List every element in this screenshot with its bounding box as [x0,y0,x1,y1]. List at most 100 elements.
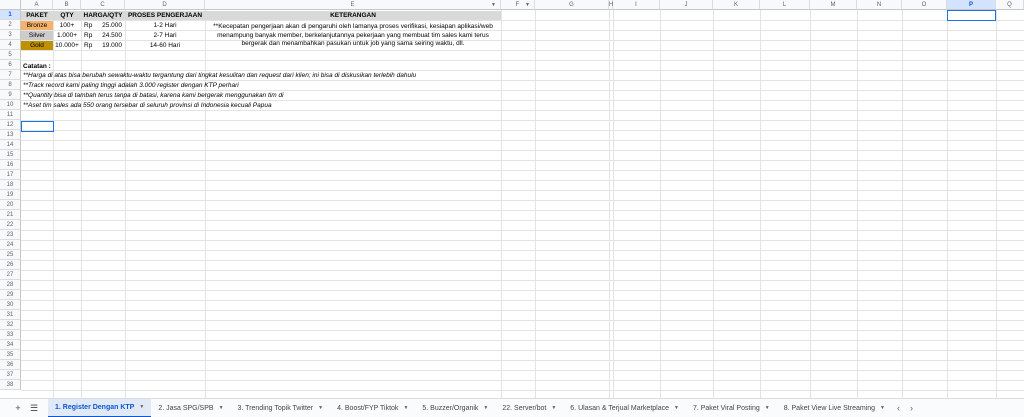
column-header-k[interactable]: K [713,0,760,10]
row-header-13[interactable]: 13 [0,130,21,140]
row-header-28[interactable]: 28 [0,280,21,290]
note-item[interactable]: **Harga di atas bisa berubah sewaktu-wak… [21,71,541,80]
header-qty[interactable]: QTY [53,11,81,20]
column-header-c[interactable]: C [81,0,125,10]
caret-down-icon[interactable]: ▼ [674,405,679,411]
row-header-38[interactable]: 38 [0,380,21,390]
row-header-10[interactable]: 10 [0,100,21,110]
row-header-7[interactable]: 7 [0,70,21,80]
row-header-35[interactable]: 35 [0,350,21,360]
row-header-6[interactable]: 6 [0,60,21,70]
caret-down-icon[interactable]: ▼ [491,2,496,8]
row-header-18[interactable]: 18 [0,180,21,190]
row-header-4[interactable]: 4 [0,40,21,50]
header-keterangan[interactable]: KETERANGAN [205,11,501,20]
tab-sheet-2[interactable]: 2. Jasa SPG/SPB ▼ [151,399,230,417]
tab-sheet-3[interactable]: 3. Trending Topik Twitter ▼ [231,399,331,417]
tab-sheet-6[interactable]: 22. Server/bot ▼ [495,399,563,417]
column-header-e[interactable]: E [205,0,501,10]
price-cell[interactable]: 19.000 [97,41,125,50]
row-header-26[interactable]: 26 [0,260,21,270]
caret-down-icon[interactable]: ▼ [483,405,488,411]
paket-cell[interactable]: Gold [21,41,53,50]
tab-sheet-1[interactable]: 1. Register Dengan KTP ▼ [48,398,152,417]
row-header-30[interactable]: 30 [0,300,21,310]
column-header-d[interactable]: D [125,0,205,10]
paket-cell[interactable]: Bronze [21,21,53,30]
row-header-33[interactable]: 33 [0,330,21,340]
header-paket[interactable]: PAKET [21,11,53,20]
column-header-i[interactable]: I [613,0,660,10]
caret-down-icon[interactable]: ▼ [551,405,556,411]
qty-cell[interactable]: 1.000+ [53,31,81,40]
currency-cell[interactable]: Rp [81,21,97,30]
paket-cell[interactable]: Silver [21,31,53,40]
caret-down-icon[interactable]: ▼ [403,405,408,411]
column-header-g[interactable]: G [535,0,609,10]
menu-icon[interactable]: ☰ [26,403,42,414]
row-header-31[interactable]: 31 [0,310,21,320]
spreadsheet-grid[interactable]: A B C D E ▼ F ▼ G H I J K L M N O P Q 1 2 3 4 5 6 7 8 9 10 11 12 13 14 1… [0,0,1024,398]
row-header-37[interactable]: 37 [0,370,21,380]
row-header-29[interactable]: 29 [0,290,21,300]
row-header-24[interactable]: 24 [0,240,21,250]
row-header-1[interactable]: 1 [0,10,21,20]
row-header-9[interactable]: 9 [0,90,21,100]
column-header-o[interactable]: O [902,0,947,10]
row-header-25[interactable]: 25 [0,250,21,260]
row-header-20[interactable]: 20 [0,200,21,210]
select-all-corner[interactable] [0,0,21,10]
chevron-left-icon[interactable]: ‹ [892,403,905,413]
row-header-14[interactable]: 14 [0,140,21,150]
tab-sheet-8[interactable]: 7. Paket Viral Posting ▼ [686,399,777,417]
column-header-a[interactable]: A [21,0,53,10]
price-cell[interactable]: 24.500 [97,31,125,40]
caret-down-icon[interactable]: ▼ [525,2,530,8]
row-header-34[interactable]: 34 [0,340,21,350]
note-item[interactable]: **Quantity bisa di tambah terus tanpa di… [21,91,541,100]
chevron-right-icon[interactable]: › [905,403,918,413]
proses-cell[interactable]: 14-60 Hari [125,41,205,50]
column-header-j[interactable]: J [660,0,713,10]
column-header-b[interactable]: B [53,0,81,10]
row-header-3[interactable]: 3 [0,30,21,40]
note-item[interactable]: **Track record kami paling tinggi adalah… [21,81,541,90]
caret-down-icon[interactable]: ▼ [139,404,144,410]
row-header-21[interactable]: 21 [0,210,21,220]
note-item[interactable]: **Aset tim sales ada 550 orang tersebar … [21,101,541,110]
currency-cell[interactable]: Rp [81,41,97,50]
row-header-2[interactable]: 2 [0,20,21,30]
notes-title[interactable]: Catatan : [21,61,221,71]
column-header-q[interactable]: Q [996,0,1024,10]
header-proses[interactable]: PROSES PENGERJAAN [125,11,205,20]
header-harga[interactable]: HARGA/QTY [81,11,125,20]
qty-cell[interactable]: 10.000+ [53,41,81,50]
caret-down-icon[interactable]: ▼ [880,405,885,411]
row-header-5[interactable]: 5 [0,50,21,60]
proses-cell[interactable]: 2-7 Hari [125,31,205,40]
caret-down-icon[interactable]: ▼ [765,405,770,411]
add-sheet-icon[interactable]: + [10,403,26,413]
row-header-12[interactable]: 12 [0,120,21,130]
row-header-22[interactable]: 22 [0,220,21,230]
tab-sheet-4[interactable]: 4. Boost/FYP Tiktok ▼ [330,399,415,417]
currency-cell[interactable]: Rp [81,31,97,40]
qty-cell[interactable]: 100+ [53,21,81,30]
row-header-19[interactable]: 19 [0,190,21,200]
row-header-16[interactable]: 16 [0,160,21,170]
proses-cell[interactable]: 1-2 Hari [125,21,205,30]
row-header-8[interactable]: 8 [0,80,21,90]
price-cell[interactable]: 25.000 [97,21,125,30]
caret-down-icon[interactable]: ▼ [219,405,224,411]
row-header-15[interactable]: 15 [0,150,21,160]
row-header-23[interactable]: 23 [0,230,21,240]
tab-sheet-7[interactable]: 6. Ulasan & Terjual Marketplace ▼ [563,399,686,417]
column-header-m[interactable]: M [810,0,857,10]
row-header-17[interactable]: 17 [0,170,21,180]
caret-down-icon[interactable]: ▼ [318,405,323,411]
column-header-l[interactable]: L [760,0,810,10]
row-header-32[interactable]: 32 [0,320,21,330]
column-header-n[interactable]: N [857,0,902,10]
tab-sheet-9[interactable]: 8. Paket View Live Streaming ▼ [777,399,892,417]
row-header-11[interactable]: 11 [0,110,21,120]
